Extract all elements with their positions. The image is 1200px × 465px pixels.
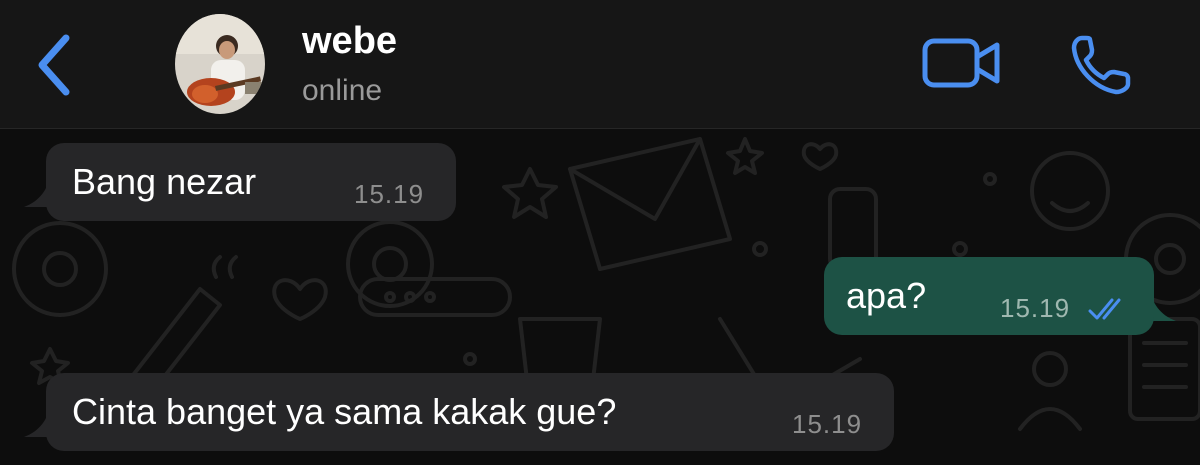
message-text: apa? xyxy=(846,275,927,316)
message-time: 15.19 xyxy=(354,179,425,209)
double-check-icon xyxy=(1088,298,1121,320)
contact-photo xyxy=(175,14,265,114)
video-camera-icon xyxy=(922,38,1000,88)
video-call-button[interactable] xyxy=(920,36,1002,90)
message-bubble-incoming[interactable]: Cinta banget ya sama kakak gue? 15.19 xyxy=(46,373,894,451)
message-time: 15.19 xyxy=(1000,293,1071,323)
chat-area[interactable]: Bang nezar 15.19 apa? 15.19 Cinta banget… xyxy=(0,129,1200,465)
phone-icon xyxy=(1071,35,1131,95)
message-text: Cinta banget ya sama kakak gue? xyxy=(72,391,617,432)
contact-status: online xyxy=(302,74,383,107)
voice-call-button[interactable] xyxy=(1068,34,1134,96)
message-bubble-outgoing[interactable]: apa? 15.19 xyxy=(824,257,1154,335)
chat-header: webe online xyxy=(0,0,1200,129)
contact-name[interactable]: webe xyxy=(302,20,397,63)
message-time: 15.19 xyxy=(792,409,863,439)
avatar[interactable] xyxy=(175,14,265,114)
message-text: Bang nezar xyxy=(72,161,257,202)
message-bubble-incoming[interactable]: Bang nezar 15.19 xyxy=(46,143,456,221)
back-button[interactable] xyxy=(30,30,80,100)
chevron-left-icon xyxy=(38,34,70,96)
